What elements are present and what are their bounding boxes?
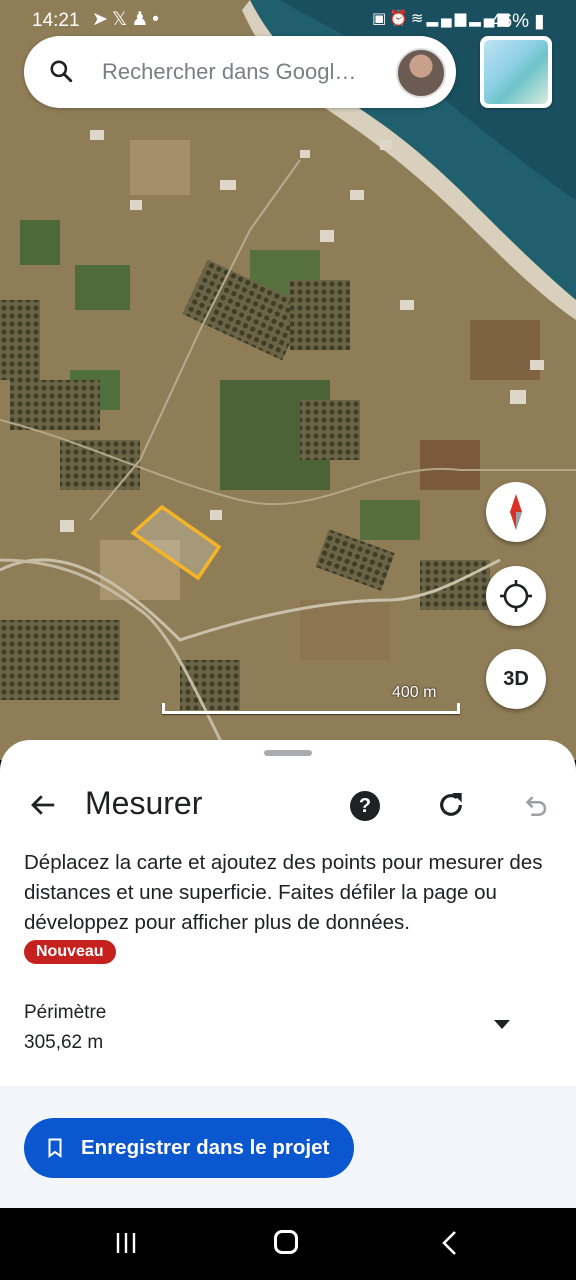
- signal-icon: ▂▄▆: [426, 10, 470, 27]
- compass-icon: [510, 494, 522, 530]
- drag-handle[interactable]: [264, 750, 312, 756]
- status-bar: 14:21 ➤𝕏♟• ▣⏰≋▂▄▆▂▄▆ 46% ▮: [0, 0, 576, 40]
- wifi-icon: ≋: [410, 10, 427, 27]
- perimeter-label: Périmètre: [24, 1002, 107, 1023]
- battery-percent: 46%: [491, 11, 530, 32]
- bookmark-icon: [48, 1138, 62, 1158]
- save-to-project-button[interactable]: Enregistrer dans le projet: [24, 1118, 354, 1178]
- avatar[interactable]: [396, 48, 446, 98]
- help-icon[interactable]: ?: [350, 791, 380, 821]
- scale-label: 400 m: [392, 684, 437, 701]
- dot-icon: •: [152, 9, 163, 30]
- layers-thumbnail: [484, 40, 548, 104]
- lock-icon: ▣: [372, 10, 390, 27]
- alarm-icon: ⏰: [389, 10, 411, 27]
- x-icon: 𝕏: [111, 9, 132, 30]
- search-bar[interactable]: Rechercher dans Googl…: [24, 36, 456, 108]
- refresh-icon[interactable]: [435, 789, 467, 821]
- search-input[interactable]: Rechercher dans Googl…: [102, 59, 382, 85]
- home-icon[interactable]: [274, 1230, 298, 1254]
- 3d-toggle-button[interactable]: 3D: [486, 649, 546, 709]
- battery-indicator: 46% ▮: [491, 11, 545, 32]
- app-icon: ♟: [131, 9, 153, 30]
- notification-icons: ➤𝕏♟•: [92, 8, 163, 31]
- map-imagery: [0, 0, 576, 760]
- back-arrow-icon[interactable]: [28, 790, 58, 820]
- my-location-button[interactable]: [486, 566, 546, 626]
- save-button-label: Enregistrer dans le projet: [81, 1136, 330, 1159]
- system-nav-bar: [0, 1208, 576, 1280]
- back-icon[interactable]: [440, 1230, 460, 1256]
- measure-sheet: Mesurer ? Déplacez la carte et ajoutez d…: [0, 740, 576, 1208]
- compass-button[interactable]: [486, 482, 546, 542]
- chevron-down-icon[interactable]: [494, 1020, 510, 1029]
- perimeter-value: 305,62 m: [24, 1032, 104, 1053]
- status-time: 14:21: [32, 10, 80, 31]
- telegram-icon: ➤: [92, 9, 112, 30]
- crosshair-icon: [500, 580, 532, 612]
- layers-button[interactable]: [480, 36, 552, 108]
- search-icon: [50, 60, 73, 83]
- instructions-text: Déplacez la carte et ajoutez des points …: [24, 851, 543, 934]
- scale-bar: [162, 703, 460, 714]
- undo-icon[interactable]: [520, 791, 550, 821]
- sheet-footer: Enregistrer dans le projet: [0, 1086, 576, 1208]
- recent-apps-icon[interactable]: [114, 1232, 138, 1254]
- new-badge: Nouveau: [24, 940, 116, 964]
- page-title: Mesurer: [85, 785, 203, 821]
- satellite-map[interactable]: [0, 0, 576, 760]
